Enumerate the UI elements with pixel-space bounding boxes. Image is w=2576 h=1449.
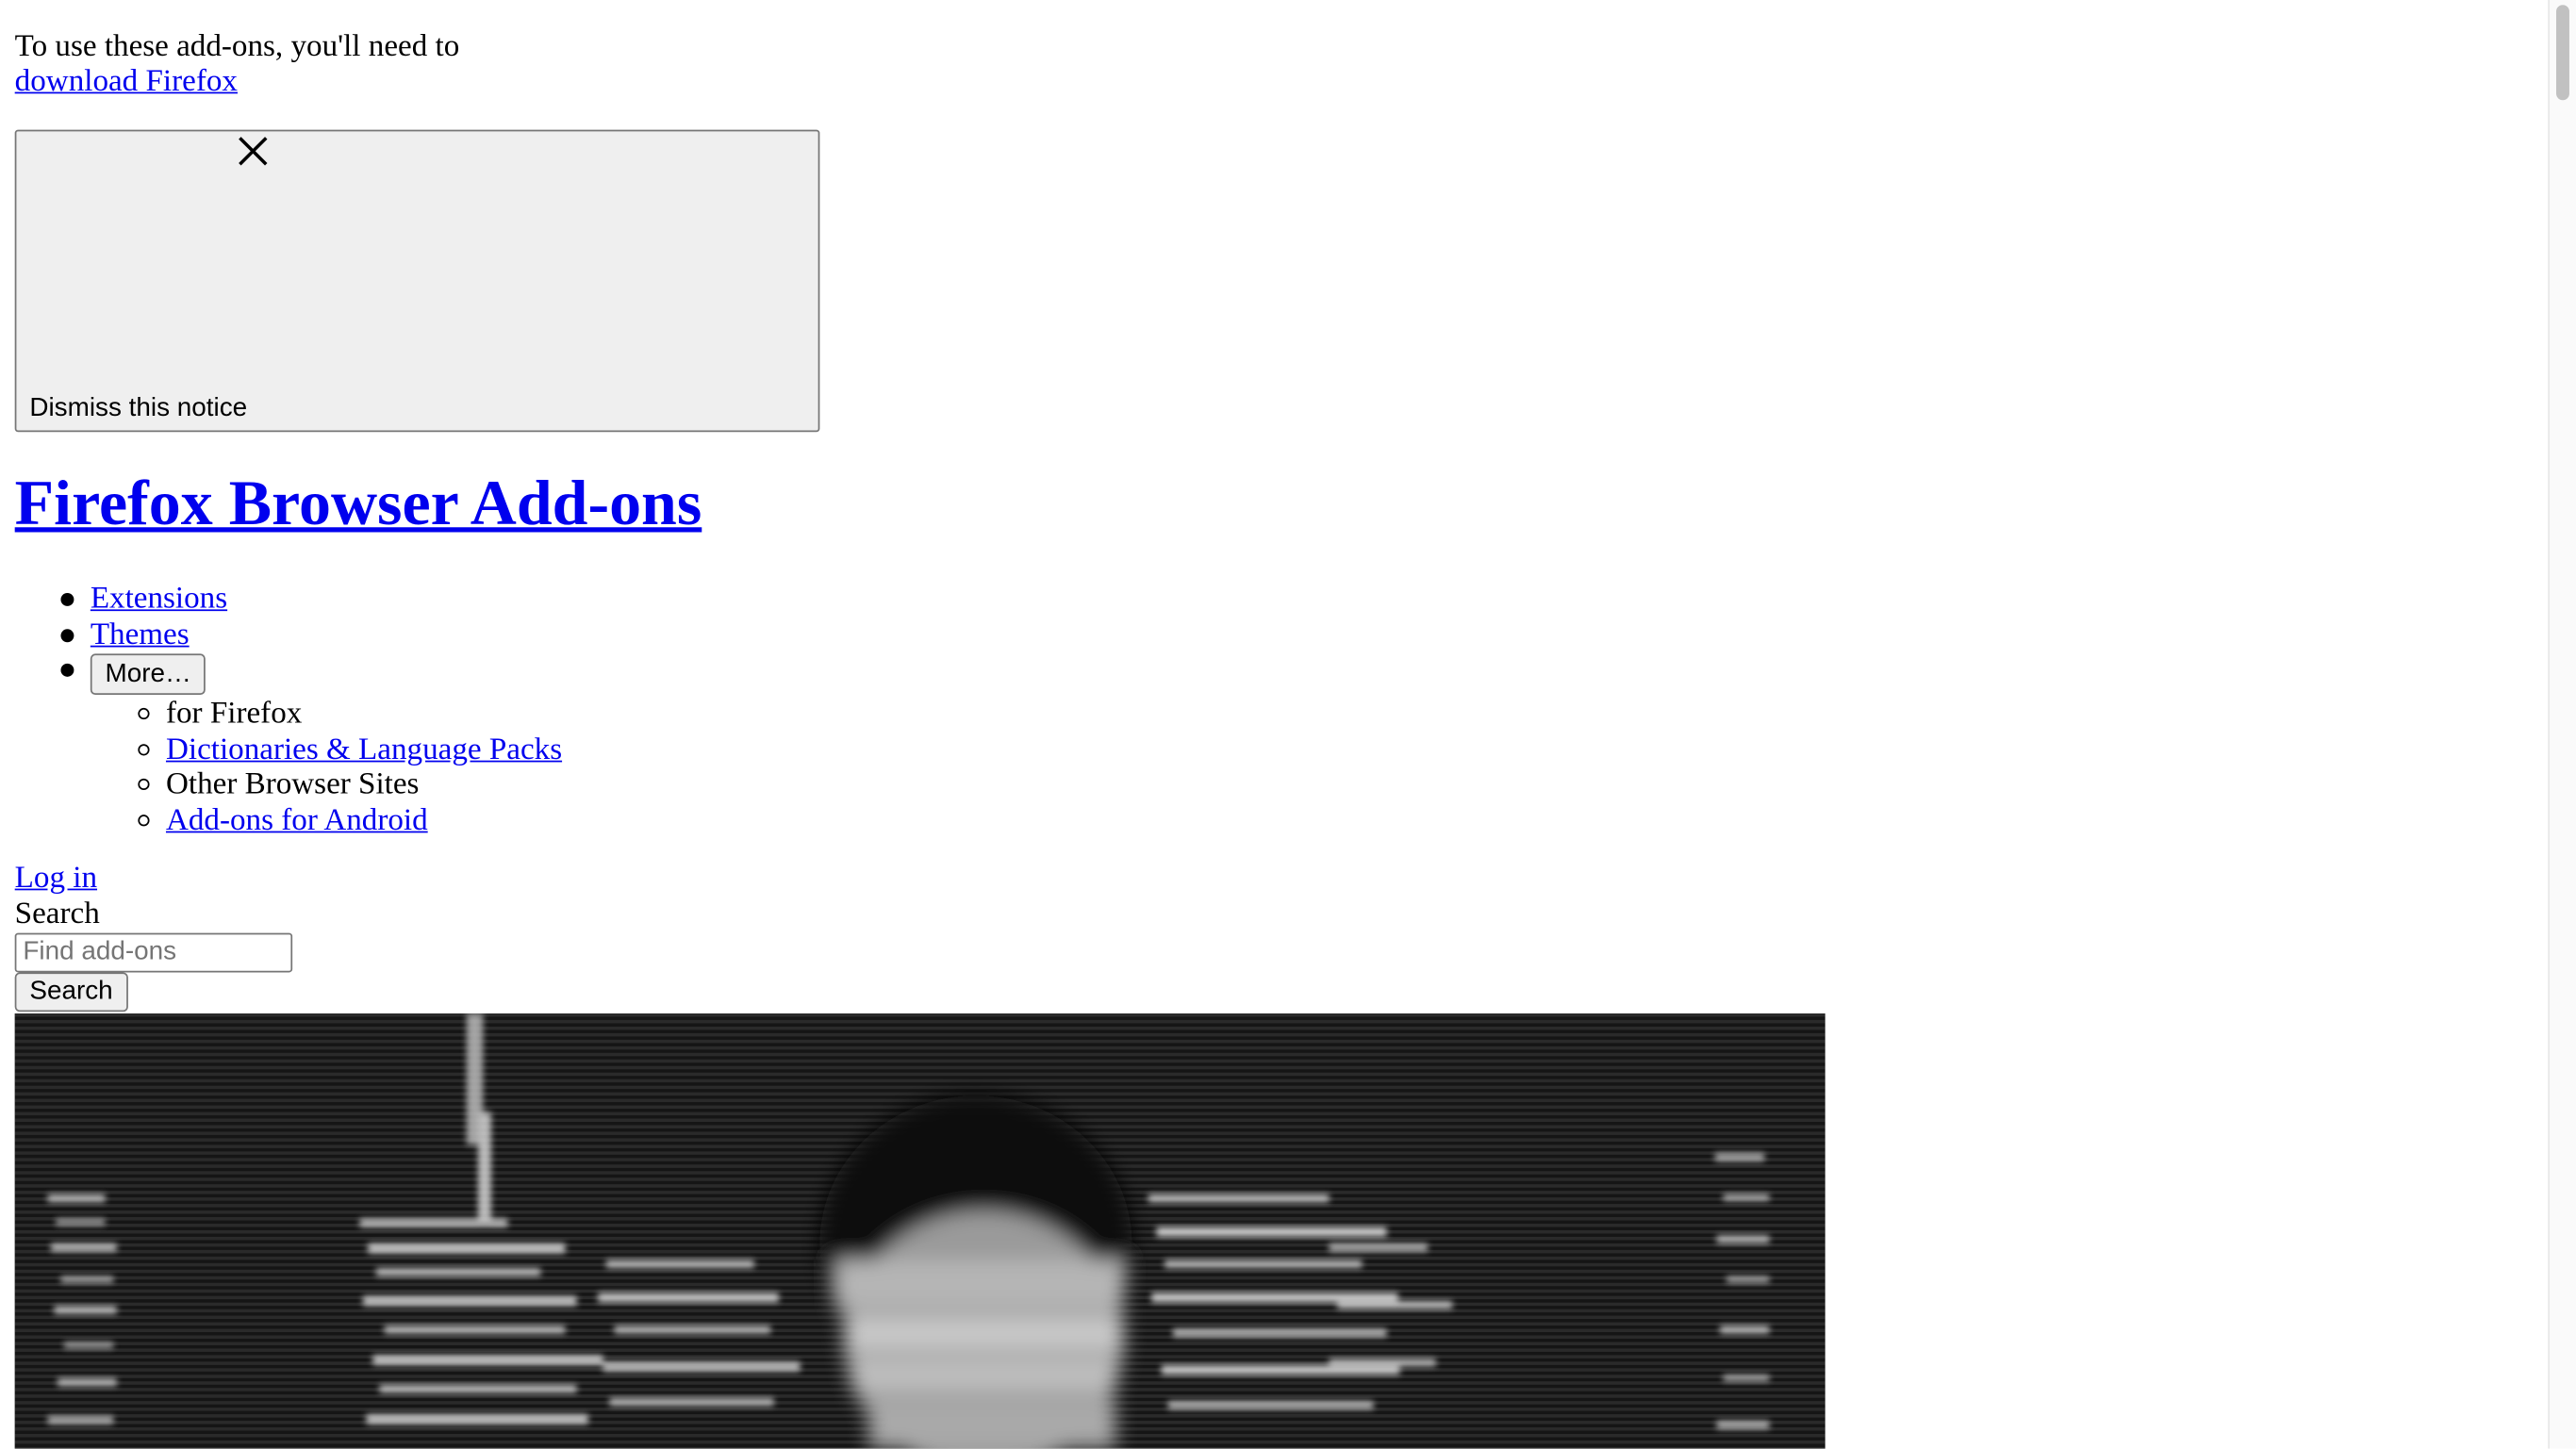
notice-text: To use these add-ons, you'll need to (14, 29, 460, 64)
main-nav: Extensions Themes More… for Firefox Dict… (15, 582, 562, 838)
hero-image (14, 1013, 1825, 1449)
search-input[interactable] (14, 932, 293, 973)
submenu-heading-other-browser-sites: Other Browser Sites (165, 766, 420, 802)
dismiss-notice-button[interactable]: Dismiss this notice (14, 129, 820, 433)
more-submenu: for Firefox Dictionaries & Language Pack… (91, 697, 562, 838)
circle-bullet-icon (138, 814, 150, 826)
submenu-link-android[interactable]: Add-ons for Android (166, 802, 428, 837)
more-menu-button[interactable]: More… (90, 653, 206, 695)
submenu-item-for-firefox: for Firefox (91, 697, 562, 732)
bullet-icon (60, 592, 74, 606)
bullet-icon (60, 628, 74, 642)
page: To use these add-ons, you'll need to dow… (0, 0, 2576, 1449)
circle-bullet-icon (138, 743, 150, 755)
site-title: Firefox Browser Add-ons (15, 467, 702, 542)
nav-item-more: More… for Firefox Dictionaries & Languag… (15, 652, 562, 838)
submenu-item-android: Add-ons for Android (91, 802, 562, 837)
bullet-icon (60, 663, 74, 677)
nav-link-extensions[interactable]: Extensions (91, 582, 227, 617)
dismiss-notice-label: Dismiss this notice (29, 394, 248, 422)
submenu-link-dictionaries[interactable]: Dictionaries & Language Packs (166, 732, 562, 766)
submenu-heading-for-firefox: for Firefox (165, 696, 303, 732)
site-title-link[interactable]: Firefox Browser Add-ons (15, 469, 702, 539)
nav-item-extensions: Extensions (15, 582, 562, 617)
circle-bullet-icon (138, 707, 150, 720)
nav-item-themes: Themes (15, 617, 562, 651)
search-label: Search (14, 897, 100, 931)
download-firefox-link[interactable]: download Firefox (15, 64, 238, 99)
close-icon (239, 137, 268, 166)
login-link[interactable]: Log in (15, 861, 97, 896)
submenu-item-other-browser-sites: Other Browser Sites (91, 767, 562, 802)
blurred-portrait-image (14, 1013, 1825, 1449)
search-button[interactable]: Search (14, 972, 128, 1013)
submenu-item-dictionaries: Dictionaries & Language Packs (91, 732, 562, 766)
scrollbar-thumb[interactable] (2556, 5, 2569, 101)
nav-link-themes[interactable]: Themes (91, 617, 190, 651)
vertical-scrollbar[interactable] (2548, 0, 2576, 1449)
circle-bullet-icon (138, 778, 150, 791)
